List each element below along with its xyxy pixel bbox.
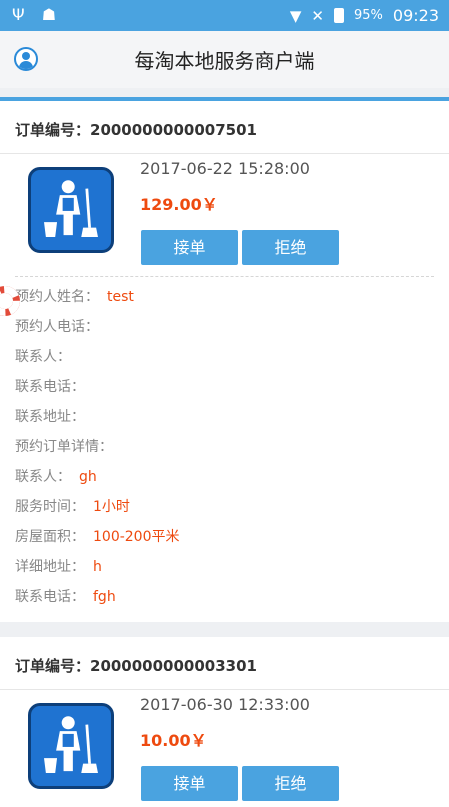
detail-row: 预约人电话：	[15, 317, 180, 347]
usb-icon: Ψ	[12, 5, 25, 24]
detail-label: 联系电话：	[15, 379, 85, 395]
detail-label: 预约订单详情：	[15, 439, 113, 455]
detail-row: 联系电话： fgh	[15, 587, 180, 617]
clock: 09:23	[392, 6, 439, 25]
detail-label: 联系人：	[15, 469, 71, 485]
detail-row: 预约订单详情：	[15, 437, 180, 467]
detail-label: 房屋面积：	[15, 529, 85, 545]
reject-order-button[interactable]: 拒绝	[242, 766, 339, 801]
detail-label: 预约人姓名：	[15, 289, 99, 305]
detail-value: h	[93, 559, 102, 575]
detail-row: 预约人姓名： test	[15, 287, 180, 317]
battery-icon	[333, 8, 344, 23]
detail-value: gh	[79, 469, 97, 485]
order-price: 129.00￥	[140, 195, 218, 214]
detail-label: 联系电话：	[15, 589, 85, 605]
detail-value: 1小时	[93, 499, 130, 515]
detail-row: 房屋面积： 100-200平米	[15, 527, 180, 557]
order-price: 10.00￥	[140, 731, 207, 750]
card-divider	[0, 153, 449, 154]
accept-order-button[interactable]: 接单	[141, 230, 238, 265]
order-number: 订单编号：2000000000003301	[15, 657, 257, 675]
detail-row: 详细地址： h	[15, 557, 180, 587]
status-bar: Ψ ☗ ▼ ✕ 95% 09:23	[0, 0, 449, 31]
detail-label: 联系人：	[15, 349, 71, 365]
detail-value: 100-200平米	[93, 529, 180, 545]
detail-row: 联系地址：	[15, 407, 180, 437]
order-details: 预约人姓名： test 预约人电话： 联系人： 联系电话： 联系地址： 预约订单详…	[15, 287, 180, 617]
order-card[interactable]: 订单编号：2000000000007501 2017-06-22 15:28:0…	[0, 101, 449, 622]
detail-label: 联系地址：	[15, 409, 85, 425]
detail-row: 联系电话：	[15, 377, 180, 407]
detail-row: 联系人：	[15, 347, 180, 377]
detail-label: 服务时间：	[15, 499, 85, 515]
page-title: 每淘本地服务商户端	[134, 49, 315, 73]
battery-percent: 95%	[353, 8, 383, 23]
card-divider	[0, 689, 449, 690]
detail-label: 详细地址：	[15, 559, 85, 575]
order-datetime: 2017-06-30 12:33:00	[140, 695, 310, 714]
order-number: 订单编号：2000000000007501	[15, 121, 257, 139]
detail-row: 联系人： gh	[15, 467, 180, 497]
dotted-divider	[15, 276, 434, 277]
reject-order-button[interactable]: 拒绝	[242, 230, 339, 265]
accept-order-button[interactable]: 接单	[141, 766, 238, 801]
android-icon: ☗	[41, 5, 57, 24]
detail-label: 预约人电话：	[15, 319, 99, 335]
detail-value: fgh	[93, 589, 116, 605]
app-bar: 每淘本地服务商户端	[0, 31, 449, 88]
order-card[interactable]: 订单编号：2000000000003301 2017-06-30 12:33:0…	[0, 637, 449, 807]
cleaning-service-icon	[28, 167, 114, 253]
cleaning-service-icon	[28, 703, 114, 789]
no-signal-icon: ✕	[311, 6, 324, 25]
order-datetime: 2017-06-22 15:28:00	[140, 159, 310, 178]
wifi-icon: ▼	[289, 6, 302, 25]
detail-value: test	[107, 289, 134, 305]
detail-row: 服务时间： 1小时	[15, 497, 180, 527]
